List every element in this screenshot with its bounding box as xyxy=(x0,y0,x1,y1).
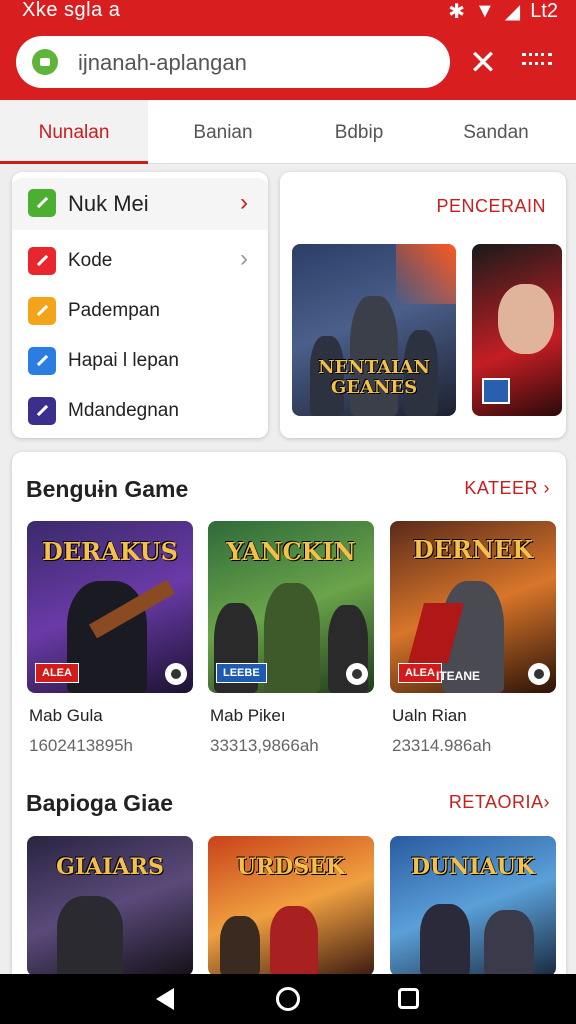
publisher-badge-2: ITEANE xyxy=(436,669,481,683)
character-face xyxy=(498,284,554,354)
tab-bar: Nunalan Banian Bdbip Sandan xyxy=(0,100,576,164)
promo-link[interactable]: PENCERAIN xyxy=(436,196,546,217)
back-icon[interactable] xyxy=(156,988,174,1010)
close-icon[interactable]: ✕ xyxy=(464,44,502,82)
game-name: Mab Gula xyxy=(29,706,103,725)
wifi-icon: ▼ xyxy=(475,0,495,22)
game-subtitle: 23314.986ah xyxy=(392,736,492,755)
menu-item-kode[interactable]: Kode › xyxy=(12,236,268,286)
game-name: Ualn Rian xyxy=(392,706,467,725)
game-art-title: GIAIARS xyxy=(56,854,164,880)
secure-lock-icon xyxy=(32,49,58,75)
menu-item-label: Hapai l lepan xyxy=(68,350,179,371)
top-header: Xke sgla a ✱ ▼ ◢ Lt2 ijnanah-aplangan ✕ xyxy=(0,0,576,100)
external-link-icon xyxy=(28,247,56,275)
game-art-title: DERAKUS xyxy=(42,537,178,566)
soldier-figure xyxy=(264,583,320,693)
game-art-title: DERNEK xyxy=(412,535,534,564)
section-link[interactable]: KATEER › xyxy=(464,478,550,499)
hero-figure xyxy=(270,906,318,976)
game-tile[interactable]: GIAIARS xyxy=(27,836,193,976)
knight-figure xyxy=(57,896,123,976)
soldier-figure xyxy=(350,296,398,416)
menu-item-label: Padempan xyxy=(68,300,160,321)
address-bar[interactable]: ijnanah-aplangan xyxy=(16,36,450,88)
status-left-text: Xke sgla a xyxy=(22,0,121,21)
game-art-title: DUNIAUK xyxy=(410,854,536,880)
play-icon[interactable] xyxy=(165,663,187,685)
publisher-badge: LEEBE xyxy=(216,663,267,683)
edit-icon xyxy=(28,347,56,375)
section-title: Bapioga Giae xyxy=(26,790,173,816)
blast-effect xyxy=(396,244,456,304)
section-link-label: KATEER xyxy=(464,478,538,498)
hero-figure xyxy=(220,916,260,976)
check-edit-icon xyxy=(28,189,56,217)
menu-header[interactable]: Nuk Mei › xyxy=(12,178,268,230)
menu-icon[interactable] xyxy=(520,48,554,78)
promo-card: PENCERAIN NENTAIAN GEANES xyxy=(280,172,566,438)
signal-icon: ◢ xyxy=(504,1,521,23)
game-art-title: URDSEK xyxy=(236,854,346,880)
menu-item-mdandegnan[interactable]: Mdandegnan xyxy=(12,386,268,436)
promo-tile-1[interactable]: NENTAIAN GEANES xyxy=(292,244,456,416)
chevron-right-icon: › xyxy=(240,189,248,216)
pencil-icon xyxy=(28,297,56,325)
game-subtitle: 1602413895h xyxy=(29,736,134,755)
game-tile[interactable]: URDSEK xyxy=(208,836,374,976)
menu-item-padempan[interactable]: Padempan xyxy=(12,286,268,336)
promo-tile-2[interactable] xyxy=(472,244,562,416)
soldier-figure xyxy=(420,904,470,976)
tab-bdbip[interactable]: Bdbip xyxy=(288,100,430,164)
bluetooth-icon: ✱ xyxy=(448,1,465,23)
game-tile[interactable]: DUNIAUK xyxy=(390,836,556,976)
game-art-title: YANCKIN xyxy=(226,537,356,566)
home-icon[interactable] xyxy=(276,987,300,1011)
status-bar: Xke sgla a ✱ ▼ ◢ Lt2 xyxy=(0,0,576,24)
tab-banian[interactable]: Banian xyxy=(150,100,296,164)
side-menu-card: Nuk Mei › Kode › Padempan Hapai l lepan … xyxy=(12,172,268,438)
play-icon[interactable] xyxy=(346,663,368,685)
status-right: ✱ ▼ ◢ Lt2 xyxy=(448,0,558,24)
menu-item-hapai-lepan[interactable]: Hapai l lepan xyxy=(12,336,268,386)
game-subtitle: 33313,9866ah xyxy=(210,736,319,755)
game-tile[interactable]: YANCKIN LEEBE xyxy=(208,521,374,693)
section-link[interactable]: RETAORIA› xyxy=(449,792,550,813)
publisher-badge: ALEA xyxy=(35,663,79,683)
play-icon[interactable] xyxy=(528,663,550,685)
menu-item-label: Mdandegnan xyxy=(68,400,179,421)
publisher-logo-icon xyxy=(482,378,510,404)
soldier-figure xyxy=(484,910,534,976)
promo-tile-caption: NENTAIAN GEANES xyxy=(318,357,430,398)
section-link-label: RETAORIA xyxy=(448,792,544,812)
tab-nunalan[interactable]: Nunalan xyxy=(0,100,148,164)
game-tile[interactable]: DERAKUS ALEA xyxy=(27,521,193,693)
navigation-bar xyxy=(0,974,576,1024)
section-title: Benguɨn Game xyxy=(26,476,189,502)
url-text[interactable]: ijnanah-aplangan xyxy=(78,50,247,76)
game-tile[interactable]: DERNEK ALEA ITEANE xyxy=(390,521,556,693)
game-name: Mab Pikeı xyxy=(210,706,286,725)
tab-sandan[interactable]: Sandan xyxy=(426,100,566,164)
recents-icon[interactable] xyxy=(398,988,419,1009)
game-sections-card: Benguɨn Game KATEER › DERAKUS ALEA YANCK… xyxy=(12,452,566,992)
menu-item-label: Kode xyxy=(68,250,113,271)
camera-icon xyxy=(28,397,56,425)
chevron-right-icon: › xyxy=(240,245,248,272)
menu-header-label: Nuk Mei xyxy=(68,191,149,216)
battery-label: Lt2 xyxy=(530,0,558,22)
